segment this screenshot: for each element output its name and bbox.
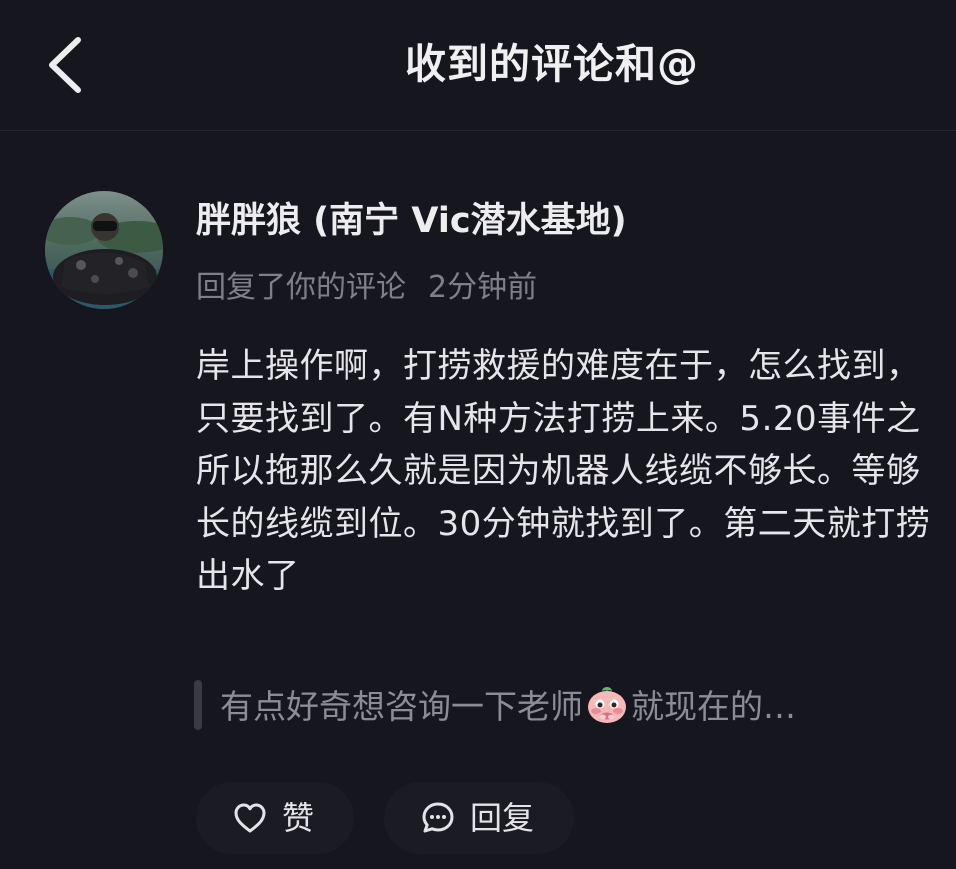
like-label: 赞 (282, 799, 315, 837)
username[interactable]: 胖胖狼 (南宁 Vic潜水基地) (196, 198, 627, 244)
reply-label: 回复 (470, 799, 535, 837)
notification-meta: 回复了你的评论 2分钟前 (196, 268, 537, 308)
quote-bar (194, 680, 202, 730)
timestamp: 2分钟前 (428, 270, 538, 305)
chat-bubble-icon (420, 800, 456, 836)
quoted-text-before: 有点好奇想咨询一下老师 (220, 687, 583, 726)
top-bar: 收到的评论和@ (0, 0, 956, 131)
quoted-text-after: 就现在的… (631, 687, 796, 726)
reply-button[interactable]: 回复 (384, 782, 574, 854)
shy-face-emoji (585, 684, 629, 724)
page-title-text: 收到的评论和@ (405, 40, 699, 88)
quoted-comment[interactable]: 有点好奇想咨询一下老师 就现在的… (194, 678, 956, 732)
like-button[interactable]: 赞 (196, 782, 354, 854)
avatar[interactable] (45, 191, 163, 309)
heart-outline-icon (232, 800, 268, 836)
comment-text[interactable]: 岸上操作啊，打捞救援的难度在于，怎么找到，只要找到了。有N种方法打捞上来。5.2… (196, 340, 941, 603)
page-title: 收到的评论和@ (0, 38, 956, 90)
action-text: 回复了你的评论 (196, 270, 406, 305)
avatar-diver-photo (45, 191, 163, 309)
quoted-text: 有点好奇想咨询一下老师 就现在的… (220, 684, 796, 729)
